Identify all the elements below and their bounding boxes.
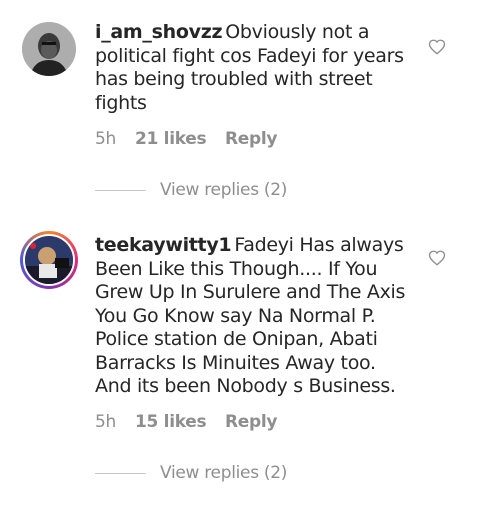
view-replies-label: View replies (2)	[160, 180, 288, 200]
view-replies-button[interactable]: View replies (2)	[95, 463, 287, 483]
comment-time: 5h	[95, 412, 116, 432]
avatar-image	[23, 234, 75, 286]
comment-meta: 5h 15 likes Reply	[95, 412, 278, 432]
heart-outline-icon[interactable]	[428, 38, 446, 56]
view-replies-button[interactable]: View replies (2)	[95, 180, 287, 200]
comment-username[interactable]: i_am_shovzz	[95, 21, 223, 43]
reply-button[interactable]: Reply	[225, 129, 278, 149]
comment-time: 5h	[95, 129, 116, 149]
avatar[interactable]	[20, 231, 78, 289]
comment-likes[interactable]: 21 likes	[135, 129, 225, 149]
divider-line	[95, 472, 146, 474]
view-replies-label: View replies (2)	[160, 463, 288, 483]
divider-line	[95, 189, 146, 191]
reply-button[interactable]: Reply	[225, 412, 278, 432]
avatar[interactable]	[22, 22, 76, 76]
comment-meta: 5h 21 likes Reply	[95, 129, 278, 149]
comment-text-block: teekaywitty1 Fadeyi Has always Been Like …	[95, 234, 413, 399]
comment-likes[interactable]: 15 likes	[135, 412, 225, 432]
heart-outline-icon[interactable]	[428, 249, 446, 267]
comment-text-block: i_am_shovzz Obviously not a political fig…	[95, 21, 413, 115]
comment-body: Fadeyi Has always Been Like this Though.…	[95, 234, 406, 397]
comment-username[interactable]: teekaywitty1	[95, 234, 232, 256]
